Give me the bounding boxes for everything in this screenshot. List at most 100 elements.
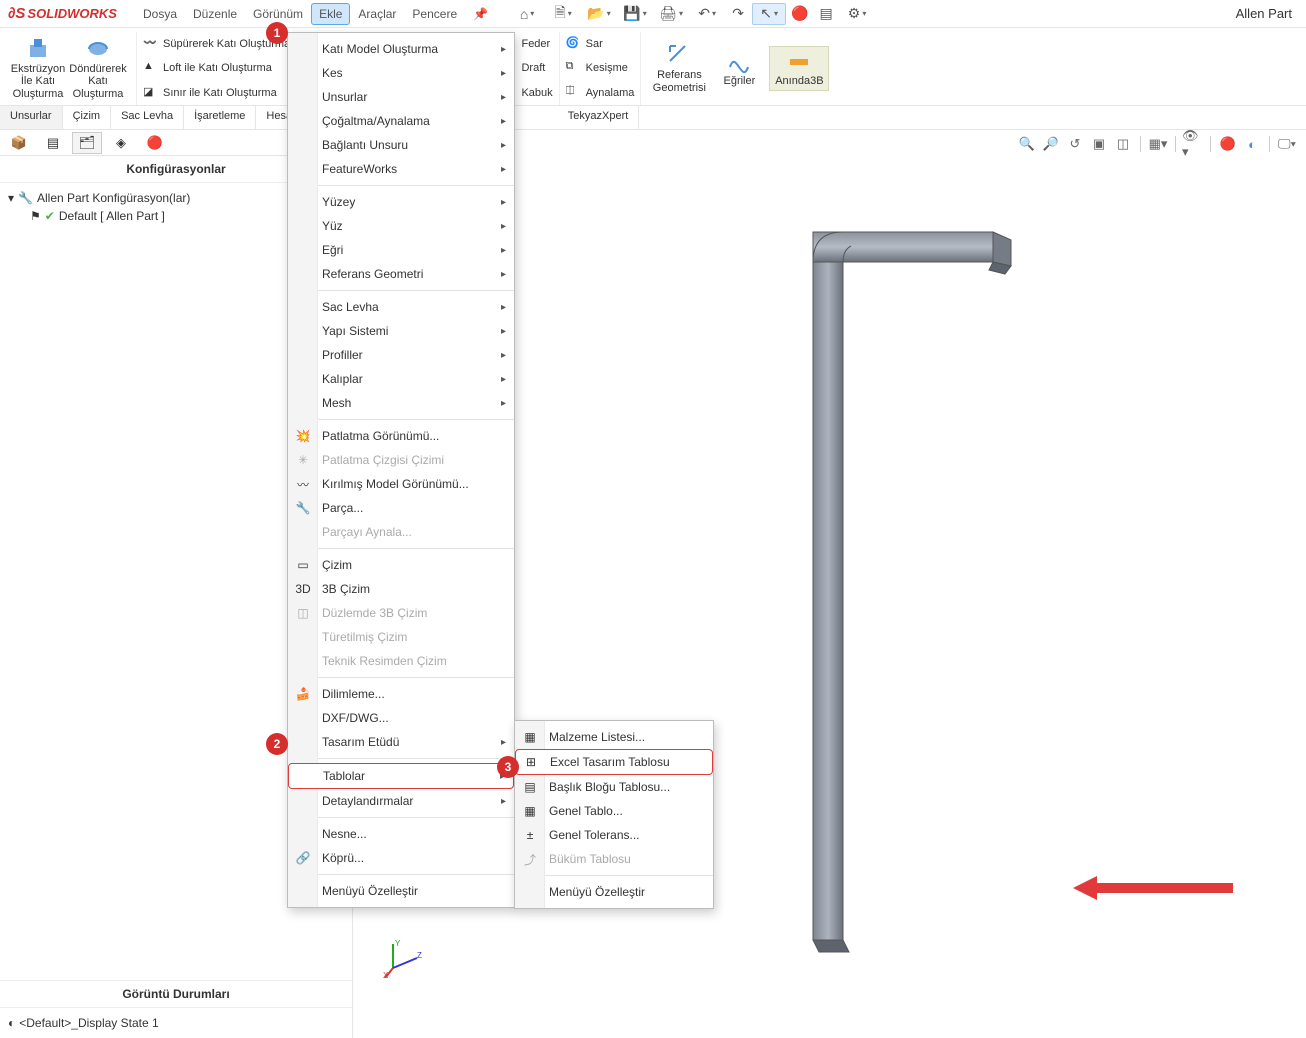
ekle-item-13[interactable]: Yapı Sistemi▸ [288,319,514,343]
loft-boss-button[interactable]: ▲Loft ile Katı Oluşturma [143,59,290,77]
ekle-item-18[interactable]: 💥Patlatma Görünümü... [288,424,514,448]
redo-button[interactable]: ↷ [726,3,750,25]
tab-saclevha[interactable]: Sac Levha [111,106,184,129]
ekle-item-4[interactable]: Bağlantı Unsuru▸ [288,133,514,157]
svg-text:Y: Y [395,939,401,948]
undo-button[interactable]: ↶ [690,3,724,25]
tab-unsurlar[interactable]: Unsurlar [0,106,63,129]
ekle-item-24[interactable]: ▭Çizim [288,553,514,577]
view-triad: Y Z X [383,938,423,978]
display-state-row[interactable]: ◐ <Default>_Display State 1 [8,1014,344,1032]
ekle-item-31[interactable]: DXF/DWG... [288,706,514,730]
settings-button[interactable]: ⚙ [840,3,874,25]
hud-sep4 [1269,136,1270,152]
titlebar: ∂SSOLIDWORKS Dosya Düzenle Görünüm Ekle … [0,0,1306,28]
chevron-right-icon: ▸ [501,116,506,127]
config-tab-icon[interactable]: 🗂 [72,132,102,154]
extrude-boss-button[interactable]: Ekstrüzyon İle Katı Oluşturma [8,35,68,101]
appearance-icon[interactable]: 🔴 [1217,134,1239,154]
tab-tekyazxpert[interactable]: TekyazXpert [558,106,640,129]
select-button[interactable]: ↖ [752,3,786,25]
ref-geometry-button[interactable]: Referans Geometrisi [649,41,709,95]
bom-icon: ▦ [521,728,539,746]
save-button[interactable]: 💾 [618,3,652,25]
ekle-item-15[interactable]: Kalıplar▸ [288,367,514,391]
instant3d-button[interactable]: Anında3B [769,46,829,90]
prev-view-icon[interactable]: ↺ [1064,134,1086,154]
intersect-button[interactable]: ⧉Kesişme [566,59,635,77]
sketch-icon: ▭ [294,556,312,574]
tablolar-item-7[interactable]: Menüyü Özelleştir [515,880,713,904]
chevron-right-icon: ▸ [501,374,506,385]
ekle-item-25[interactable]: 3D 3B Çizim [288,577,514,601]
tablolar-item-1[interactable]: ⊞Excel Tasarım Tablosu [515,749,713,775]
view-settings-icon[interactable]: 🖵▾ [1276,134,1298,154]
rebuild-button[interactable]: 🔴 [788,3,812,25]
ekle-item-34[interactable]: Tablolar▸ [288,763,514,789]
view-orient-icon[interactable]: ◫ [1112,134,1134,154]
chevron-right-icon: ▸ [501,398,506,409]
ekle-item-label: Kes [322,66,343,80]
tablolar-item-0[interactable]: ▦Malzeme Listesi... [515,725,713,749]
menu-pin-icon[interactable]: 📌 [465,3,496,25]
display-style-icon[interactable]: ▦▾ [1147,134,1169,154]
ekle-item-32[interactable]: Tasarım Etüdü▸ [288,730,514,754]
ekle-item-2[interactable]: Unsurlar▸ [288,85,514,109]
ekle-item-37[interactable]: Nesne... [288,822,514,846]
menu-araclar[interactable]: Araçlar [350,3,404,25]
options-button[interactable]: ▤ [814,3,838,25]
ekle-item-7[interactable]: Yüzey▸ [288,190,514,214]
ekle-item-5[interactable]: FeatureWorks▸ [288,157,514,181]
ekle-item-1[interactable]: Kes▸ [288,61,514,85]
ekle-item-30[interactable]: 🍰Dilimleme... [288,682,514,706]
zoom-fit-icon[interactable]: 🔍 [1016,134,1038,154]
dimxpert-tab-icon[interactable]: ◈ [106,132,136,154]
ekle-item-12[interactable]: Sac Levha▸ [288,295,514,319]
appearance-tab-icon[interactable]: 🔴 [140,132,170,154]
menu-duzenle[interactable]: Düzenle [185,3,245,25]
wrap-button[interactable]: 🌀Sar [566,35,635,53]
ekle-item-10[interactable]: Referans Geometri▸ [288,262,514,286]
ekle-item-3[interactable]: Çoğaltma/Aynalama▸ [288,109,514,133]
ekle-item-label: Referans Geometri [322,267,423,281]
ekle-item-14[interactable]: Profiller▸ [288,343,514,367]
tab-isaretleme[interactable]: İşaretleme [184,106,256,129]
feature-tree-tab-icon[interactable]: 📦 [4,132,34,154]
3d-icon: 3D [294,580,312,598]
ekle-item-label: Tasarım Etüdü [322,735,399,749]
print-button[interactable]: 🖨 [654,3,688,25]
ekle-item-35[interactable]: Detaylandırmalar▸ [288,789,514,813]
ribbon: Ekstrüzyon İle Katı Oluşturma Döndürerek… [0,28,1306,106]
ekle-item-16[interactable]: Mesh ▸ [288,391,514,415]
ekle-item-40[interactable]: Menüyü Özelleştir [288,879,514,903]
open-button[interactable]: 📂 [582,3,616,25]
tablolar-item-3[interactable]: ▦Genel Tablo... [515,799,713,823]
tab-cizim[interactable]: Çizim [63,106,112,129]
new-button[interactable]: 🗎 [546,3,580,25]
curves-label: Eğriler [723,75,755,87]
boundary-boss-button[interactable]: ◪Sınır ile Katı Oluşturma [143,84,290,102]
home-button[interactable]: ⌂ [510,3,544,25]
tablolar-item-4[interactable]: ±Genel Tolerans... [515,823,713,847]
scene-icon[interactable]: ◐ [1241,134,1263,154]
zoom-area-icon[interactable]: 🔎 [1040,134,1062,154]
curves-button[interactable]: Eğriler [709,47,769,89]
ekle-item-38[interactable]: 🔗Köprü... [288,846,514,870]
mirror-button[interactable]: ⎅Aynalama [566,84,635,102]
menu-ekle[interactable]: Ekle [311,3,350,25]
section-view-icon[interactable]: ▣ [1088,134,1110,154]
menu-pencere[interactable]: Pencere [404,3,465,25]
property-tab-icon[interactable]: ▤ [38,132,68,154]
ekle-item-label: Mesh [322,396,351,410]
ekle-item-21[interactable]: 🔧Parça... [288,496,514,520]
ekle-item-20[interactable]: 〰Kırılmış Model Görünümü... [288,472,514,496]
tablolar-item-2[interactable]: ▤Başlık Bloğu Tablosu... [515,775,713,799]
revolve-boss-button[interactable]: Döndürerek Katı Oluşturma [68,35,128,101]
ekle-item-9[interactable]: Eğri▸ [288,238,514,262]
ekle-item-0[interactable]: Katı Model Oluşturma▸ [288,37,514,61]
ribbon-mid-rows-b: 🌀Sar ⧉Kesişme ⎅Aynalama [560,32,642,105]
ekle-item-8[interactable]: Yüz▸ [288,214,514,238]
hide-show-icon[interactable]: 👁▾ [1182,134,1204,154]
ekle-item-label: 3B Çizim [322,582,370,596]
menu-dosya[interactable]: Dosya [135,3,185,25]
